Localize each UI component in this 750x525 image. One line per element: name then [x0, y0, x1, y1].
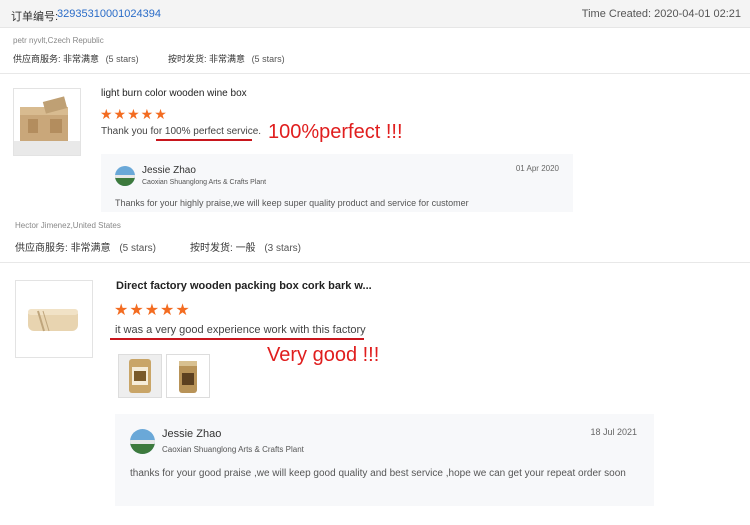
- order-number-link[interactable]: 32935310001024394: [57, 8, 161, 20]
- handwritten-annotation: 100%perfect !!!: [268, 121, 403, 143]
- shipping-value: 非常满意: [209, 54, 246, 64]
- order-header: 订单编号: 32935310001024394 Time Created: 20…: [0, 0, 750, 28]
- seller-avatar: [115, 166, 135, 186]
- product-thumbnail[interactable]: [15, 280, 93, 358]
- reply-text: thanks for your good praise ,we will kee…: [130, 468, 626, 479]
- shipping-label: 按时发货:: [168, 54, 207, 64]
- seller-company: Caoxian Shuanglong Arts & Crafts Plant: [162, 445, 304, 454]
- supplier-service-label: 供应商服务:: [13, 54, 61, 64]
- landscape-avatar-icon: [115, 166, 135, 186]
- product-thumbnail[interactable]: [13, 88, 81, 156]
- product-title-link[interactable]: light burn color wooden wine box: [101, 88, 247, 99]
- cork-jar-photo: [119, 355, 161, 397]
- reply-date: 18 Jul 2021: [590, 427, 637, 437]
- supplier-service-rating: 供应商服务: 非常满意 (5 stars): [13, 52, 139, 65]
- supplier-service-rating: 供应商服务: 非常满意 (5 stars): [15, 239, 156, 254]
- reply-date: 01 Apr 2020: [515, 164, 559, 173]
- supplier-service-label: 供应商服务:: [15, 243, 68, 254]
- section-divider: [0, 73, 750, 74]
- review-text: Thank you for 100% perfect service.: [101, 126, 262, 137]
- shipping-stars: (5 stars): [251, 54, 285, 64]
- reply-text: Thanks for your highly praise,we will ke…: [115, 198, 469, 208]
- highlight-underline: [156, 139, 252, 141]
- seller-reply-box: Jessie Zhao Caoxian Shuanglong Arts & Cr…: [115, 414, 654, 506]
- wooden-box-image: [14, 89, 80, 155]
- cork-box-image: [16, 281, 92, 357]
- on-time-shipping-rating: 按时发货: 一般 (3 stars): [190, 239, 301, 254]
- shipping-stars: (3 stars): [264, 243, 302, 254]
- review-photo-1[interactable]: [118, 354, 162, 398]
- review-star-rating: ★★★★★: [114, 302, 191, 319]
- review-photo-2[interactable]: [166, 354, 210, 398]
- landscape-avatar-icon: [130, 429, 155, 454]
- section-divider: [0, 262, 750, 263]
- supplier-service-value: 非常满意: [63, 54, 100, 64]
- supplier-service-value: 非常满意: [70, 243, 111, 254]
- supplier-service-stars: (5 stars): [105, 54, 139, 64]
- seller-name: Jessie Zhao: [142, 165, 196, 176]
- handwritten-annotation: Very good !!!: [267, 344, 380, 366]
- review-star-rating: ★★★★★: [100, 106, 168, 122]
- review-text: it was a very good experience work with …: [115, 324, 366, 336]
- buyer-name: petr nyvlt,Czech Republic: [13, 36, 104, 45]
- shipping-value: 一般: [235, 243, 256, 254]
- buyer-name: Hector Jimenez,United States: [15, 221, 121, 230]
- order-number-label: 订单编号:: [11, 11, 59, 23]
- shipping-label: 按时发货:: [190, 243, 233, 254]
- highlight-underline: [110, 338, 364, 340]
- seller-company: Caoxian Shuanglong Arts & Crafts Plant: [142, 179, 267, 186]
- seller-avatar: [130, 429, 155, 454]
- on-time-shipping-rating: 按时发货: 非常满意 (5 stars): [168, 52, 285, 65]
- seller-name: Jessie Zhao: [162, 428, 222, 440]
- product-title-link[interactable]: Direct factory wooden packing box cork b…: [116, 280, 372, 292]
- time-created: Time Created: 2020-04-01 02:21: [581, 8, 741, 20]
- cork-cup-photo: [167, 355, 209, 397]
- seller-reply-box: Jessie Zhao Caoxian Shuanglong Arts & Cr…: [101, 154, 573, 212]
- supplier-service-stars: (5 stars): [119, 243, 157, 254]
